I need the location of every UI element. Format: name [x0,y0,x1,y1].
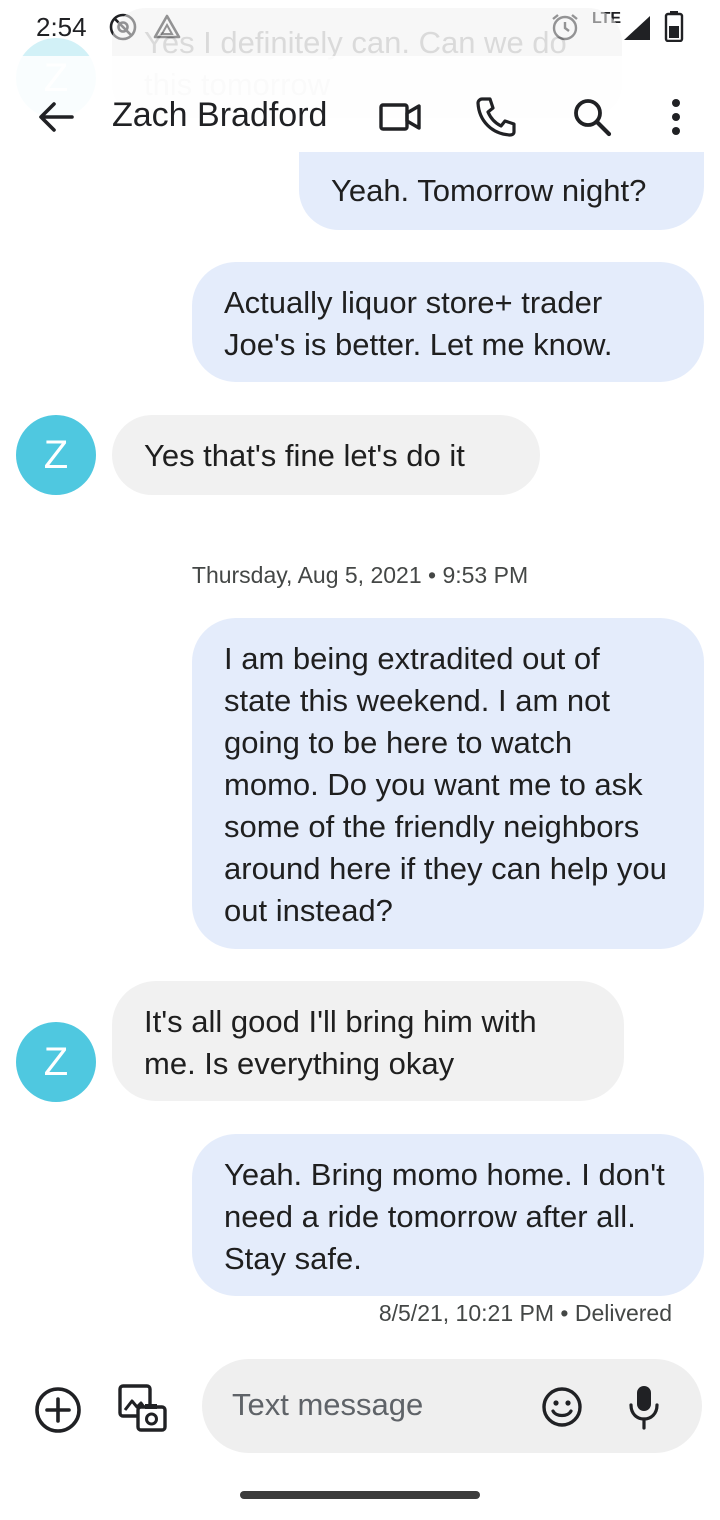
date-divider: Thursday, Aug 5, 2021 • 9:53 PM [191,562,529,588]
gesture-nav-bar[interactable] [240,1491,480,1499]
search-icon[interactable] [568,93,616,141]
emoji-icon[interactable] [540,1385,584,1429]
outgoing-message[interactable]: I am being extradited out of state this … [192,618,704,949]
outgoing-message[interactable]: Yeah. Bring momo home. I don't need a ri… [192,1134,704,1296]
message-status: 8/5/21, 10:21 PM • Delivered [378,1300,672,1326]
contact-avatar[interactable]: Z [16,415,96,495]
outgoing-message[interactable]: Actually liquor store+ trader Joe's is b… [192,262,704,382]
message-input[interactable]: Text message [202,1359,702,1453]
battery-icon [664,11,684,42]
contact-avatar[interactable]: Z [16,1022,96,1102]
message-input-placeholder[interactable]: Text message [232,1387,423,1423]
microphone-icon[interactable] [626,1383,662,1431]
phone-icon[interactable] [472,93,520,141]
video-call-icon[interactable] [376,93,424,141]
contact-name[interactable]: Zach Bradford [112,96,327,135]
incoming-message[interactable]: Yes that's fine let's do it [112,415,540,495]
signal-icon [624,16,650,40]
incoming-message[interactable]: It's all good I'll bring him with me. Is… [112,981,624,1101]
more-options-icon[interactable] [652,93,700,141]
back-arrow-icon[interactable] [32,93,80,141]
add-attachment-icon[interactable] [32,1384,84,1436]
outgoing-message[interactable]: Yeah. Tomorrow night? [299,152,704,230]
gallery-camera-icon[interactable] [116,1382,168,1434]
